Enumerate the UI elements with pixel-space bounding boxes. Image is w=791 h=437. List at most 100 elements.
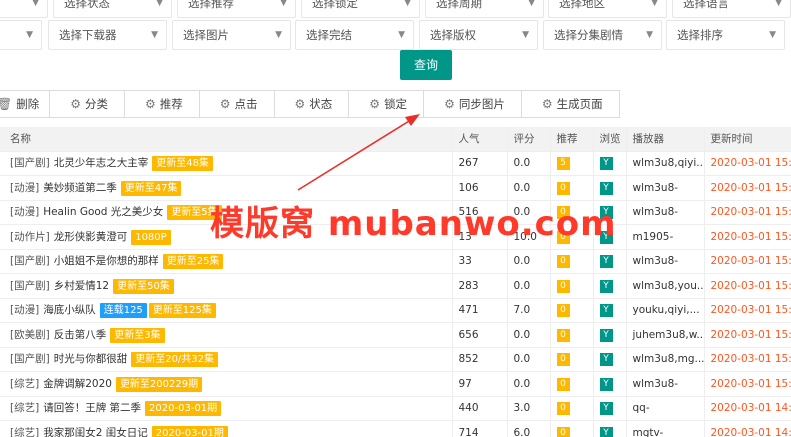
recommend-badge[interactable]: 0 [556,402,570,416]
title-link[interactable]: Healin Good 光之美少女 [43,206,163,218]
recommend-badge[interactable]: 0 [556,377,570,391]
status-select[interactable]: ▼ [0,0,48,18]
col-popularity[interactable]: 人气 [452,127,508,152]
browse-badge[interactable]: Y [599,157,613,171]
category-link[interactable]: [动漫] [10,206,39,218]
browse-badge[interactable]: Y [599,279,613,293]
title-link[interactable]: 金牌调解2020 [43,378,112,390]
score-cell: 0.0 [507,249,551,274]
title-link[interactable]: 时光与你都很甜 [54,353,128,365]
browse-badge[interactable]: Y [599,402,613,416]
title-link[interactable]: 龙形侠影黄澄可 [54,231,128,243]
copyright-filter-select[interactable]: 选择版权 ▼ [419,20,538,50]
col-player[interactable]: 播放器 [626,127,705,152]
col-score[interactable]: 评分 [507,127,551,152]
status-button[interactable]: ⚙ 状态 [273,90,350,118]
lock-button[interactable]: ⚙ 锁定 [348,90,425,118]
col-browse[interactable]: 浏览 [593,127,627,152]
table-row[interactable]: [综艺] 金牌调解2020 更新至200229期 97 0.0 0 Ywlm3u8- 2020… [0,371,791,397]
sync-images-button[interactable]: ⚙ 同步图片 [423,90,522,118]
browse-badge[interactable]: Y [599,181,613,195]
recommend-badge[interactable]: 0 [556,181,570,195]
region-filter-select[interactable]: 选择地区 ▼ [548,0,667,18]
browse-badge[interactable]: Y [599,304,613,318]
recommend-badge[interactable]: 0 [556,304,570,318]
category-link[interactable]: [国产剧] [10,353,50,365]
browse-badge[interactable]: Y [599,426,613,437]
lock-filter-select[interactable]: 选择锁定 ▼ [301,0,420,18]
category-link[interactable]: [国产剧] [10,157,50,169]
title-link[interactable]: 北灵少年志之大主宰 [54,157,149,169]
finished-filter-select[interactable]: 选择完结 ▼ [295,20,414,50]
status-badge: 更新至3集 [110,327,165,343]
gear-icon: ⚙ [294,97,306,111]
sort-filter-select[interactable]: 选择排序 ▼ [666,20,785,50]
table-row[interactable]: [国产剧] 北灵少年志之大主宰 更新至48集 267 0.0 5 Ywlm3u8,qiyi.… [0,151,791,176]
table-row[interactable]: [综艺] 我家那闺女2 闺女日记 2020-03-01期 714 6.0 0 Ymgtv- 2… [0,420,791,437]
language-filter-select[interactable]: 选择语言 ▼ [672,0,791,18]
category-link[interactable]: [国产剧] [10,280,50,292]
downloader-filter-select[interactable]: 选择下载器 ▼ [48,20,167,50]
browse-badge[interactable]: Y [599,353,613,367]
col-name[interactable]: 名称 [0,127,453,152]
status-filter-select[interactable]: 选择状态 ▼ [53,0,172,18]
table-row[interactable]: [动漫] 海底小纵队 连载125 更新至125集 471 7.0 0 Yyouku,qiyi,… [0,298,791,323]
title-link[interactable]: 海底小纵队 [43,304,96,316]
generate-page-button[interactable]: ⚙ 生成页面 [520,90,620,118]
name-cell: [国产剧] 时光与你都很甜 更新至20/共32集 [0,347,453,372]
table-row[interactable]: [国产剧] 时光与你都很甜 更新至20/共32集 852 0.0 0 Ywlm3u8,mg.… [0,347,791,372]
category-link[interactable]: [国产剧] [10,255,50,267]
table-row[interactable]: [欧美剧] 反击第八季 更新至3集 656 0.0 0 Yjuhem3u8,w... 2020… [0,322,791,348]
player-cell: mgtv- [626,420,705,437]
category-link[interactable]: [动作片] [10,231,50,243]
title-link[interactable]: 乡村爱情12 [54,280,109,292]
browse-badge[interactable]: Y [599,328,613,342]
table-row[interactable]: [国产剧] 乡村爱情12 更新至50集 283 0.0 0 Ywlm3u8,you... 20… [0,273,791,299]
col-recommend[interactable]: 推荐 [550,127,594,152]
recommend-filter-select[interactable]: 选择推荐 ▼ [177,0,296,18]
query-button[interactable]: 查询 [400,50,452,80]
title-link[interactable]: 小姐姐不是你想的那样 [54,255,159,267]
table-row[interactable]: [综艺] 请回答！王牌 第二季 2020-03-01期 440 3.0 0 Yqq- 2020… [0,396,791,421]
recommend-badge[interactable]: 0 [556,328,570,342]
category-button[interactable]: ⚙ 分类 [49,90,125,118]
table-row[interactable]: [国产剧] 小姐姐不是你想的那样 更新至25集 33 0.0 0 Ywlm3u8- 2020-… [0,249,791,274]
name-cell: [综艺] 金牌调解2020 更新至200229期 [0,371,453,397]
delete-button[interactable]: 🗑 删除 [0,90,51,118]
recommend-badge[interactable]: 0 [556,279,570,293]
image-filter-select[interactable]: 选择图片 ▼ [172,20,291,50]
col-update-time[interactable]: 更新时间 [704,127,791,152]
title-link[interactable]: 美妙频道第二季 [43,182,117,194]
chevron-down-icon: ▼ [404,0,411,8]
recommend-badge[interactable]: 5 [556,157,570,171]
title-link[interactable]: 反击第八季 [54,329,107,341]
player-cell: wlm3u8- [626,371,705,397]
category-link[interactable]: [综艺] [10,402,39,414]
name-cell: [欧美剧] 反击第八季 更新至3集 [0,322,453,348]
name-cell: [国产剧] 乡村爱情12 更新至50集 [0,273,453,299]
category-link[interactable]: [综艺] [10,427,39,437]
title-link[interactable]: 我家那闺女2 闺女日记 [43,427,148,437]
browse-cell: Y [593,347,627,372]
category-link[interactable]: [动漫] [10,304,39,316]
category-link[interactable]: [动漫] [10,182,39,194]
title-link[interactable]: 请回答！王牌 第二季 [43,402,141,414]
category-link[interactable]: [综艺] [10,378,39,390]
chevron-down-icon: ▼ [275,30,282,40]
recommend-badge[interactable]: 0 [556,255,570,269]
recommend-button[interactable]: ⚙ 推荐 [124,90,200,118]
browse-badge[interactable]: Y [599,255,613,269]
score-cell: 6.0 [507,420,551,437]
chevron-down-icon: ▼ [32,0,39,8]
category-link[interactable]: [欧美剧] [10,329,50,341]
hits-button[interactable]: ⚙ 点击 [198,90,275,118]
recommend-badge[interactable]: 0 [556,353,570,367]
browse-badge[interactable]: Y [599,377,613,391]
filter-row-1: ▼ 选择状态 ▼ 选择推荐 ▼ 选择锁定 ▼ 选择周期 ▼ 选择地区 ▼ 选择语言 ▼ [0,0,791,18]
episode-plot-filter-select[interactable]: 选择分集剧情 ▼ [543,20,662,50]
partial-select[interactable]: ▼ [0,20,42,50]
update-time-cell: 2020-03-01 15:0 [704,249,791,274]
recommend-badge[interactable]: 0 [556,426,570,437]
period-filter-select[interactable]: 选择周期 ▼ [425,0,544,18]
chevron-down-icon: ▼ [26,30,33,40]
